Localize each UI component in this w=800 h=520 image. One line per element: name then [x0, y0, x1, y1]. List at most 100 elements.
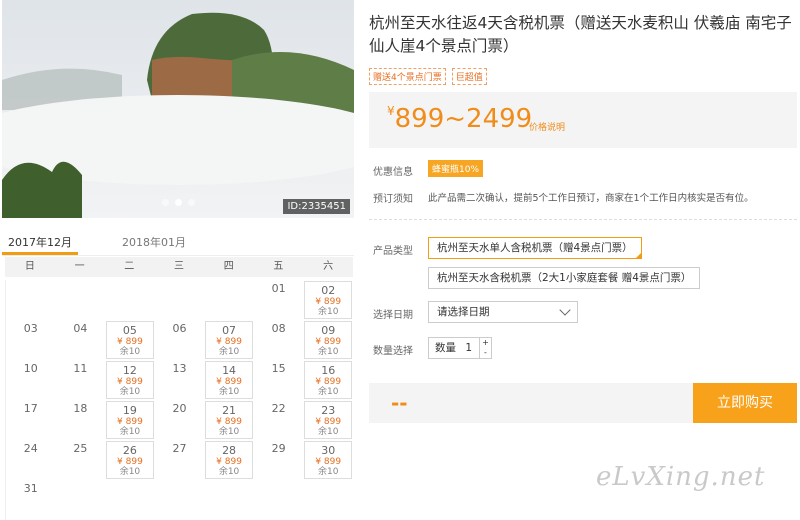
price-range: ¥899~2499: [387, 104, 533, 134]
calendar-day-available[interactable]: 02 ¥ 899 余10: [304, 281, 352, 319]
calendar-day: 20: [155, 400, 205, 440]
day-number: 21: [222, 404, 237, 417]
date-select[interactable]: 请选择日期: [428, 301, 578, 323]
buy-now-button[interactable]: 立即购买: [693, 383, 797, 423]
weekday-label: 日: [24, 261, 35, 272]
day-price: ¥ 899: [117, 377, 143, 387]
calendar-day: 01: [254, 280, 304, 320]
promo-badge: 蜂蜜瓶10%: [428, 160, 484, 177]
calendar-day: 04: [56, 320, 106, 360]
day-number: 04: [73, 322, 88, 335]
product-photo[interactable]: ID:2335451: [2, 0, 354, 218]
weekday-label: 五: [273, 261, 284, 272]
chevron-down-icon: [559, 304, 571, 316]
calendar-day: 17: [6, 400, 56, 440]
notice-label: 预订须知: [373, 194, 413, 205]
quantity-stepper[interactable]: 数量 1 + -: [428, 337, 492, 359]
qty-minus-button[interactable]: -: [480, 348, 491, 358]
calendar-day: [56, 280, 106, 320]
day-remaining: 余10: [218, 387, 240, 397]
day-number: 15: [271, 362, 286, 375]
calendar-day-available[interactable]: 21 ¥ 899 余10: [205, 401, 253, 439]
divider: [369, 219, 797, 220]
mountain-image: [2, 0, 354, 218]
calendar-day: 06: [155, 320, 205, 360]
calendar-day: 25: [56, 440, 106, 480]
day-number: 06: [172, 322, 187, 335]
date-label: 选择日期: [373, 310, 413, 321]
calendar-day-available[interactable]: 19 ¥ 899 余10: [106, 401, 154, 439]
day-remaining: 余10: [218, 347, 240, 357]
day-number: 19: [122, 404, 137, 417]
weekday-label: 六: [323, 261, 334, 272]
day-number: 08: [271, 322, 286, 335]
day-number: 22: [271, 402, 286, 415]
calendar-day-available[interactable]: 07 ¥ 899 余10: [205, 321, 253, 359]
weekday-label: 三: [173, 261, 184, 272]
day-number: 31: [23, 482, 38, 495]
type-option-family[interactable]: 杭州至天水含税机票（2大1小家庭套餐 赠4景点门票）: [428, 267, 701, 289]
calendar-day-available[interactable]: 14 ¥ 899 余10: [205, 361, 253, 399]
calendar-day: [155, 280, 205, 320]
calendar-day: 08: [254, 320, 304, 360]
calendar-day: 22: [254, 400, 304, 440]
day-number: 12: [122, 364, 137, 377]
calendar-day: 31: [6, 480, 56, 520]
carousel-dot-active[interactable]: [175, 199, 182, 206]
calendar-day-available[interactable]: 09 ¥ 899 余10: [304, 321, 352, 359]
notice-text: 此产品需二次确认，提前5个工作日预订，商家在1个工作日内核实是否有位。: [428, 193, 754, 204]
calendar-day-available[interactable]: 23 ¥ 899 余10: [304, 401, 352, 439]
month-tabs: 2017年12月 2018年01月: [2, 230, 354, 256]
day-remaining: 余10: [119, 347, 141, 357]
calendar-day-available[interactable]: 28 ¥ 899 余10: [205, 441, 253, 479]
date-placeholder: 请选择日期: [437, 306, 490, 318]
day-number: 30: [321, 444, 336, 457]
calendar-day: 10: [6, 360, 56, 400]
image-id-badge: ID:2335451: [283, 199, 350, 214]
calendar-day-available[interactable]: 16 ¥ 899 余10: [304, 361, 352, 399]
day-number: 25: [73, 442, 88, 455]
type-option-single[interactable]: 杭州至天水单人含税机票（赠4景点门票）: [428, 237, 642, 259]
tab-month-next[interactable]: 2018年01月: [116, 230, 192, 255]
day-number: 14: [222, 364, 237, 377]
day-price: ¥ 899: [315, 337, 342, 347]
buy-bar: -- 立即购买: [369, 383, 797, 423]
day-remaining: 余10: [119, 427, 141, 437]
day-remaining: 余10: [317, 307, 339, 317]
day-number: 10: [23, 362, 38, 375]
qty-plus-button[interactable]: +: [480, 338, 491, 348]
day-price: ¥ 899: [216, 337, 242, 347]
day-number: 20: [172, 402, 187, 415]
carousel-dot[interactable]: [162, 199, 169, 206]
qty-label: 数量选择: [373, 346, 413, 357]
day-remaining: 余10: [317, 347, 339, 357]
day-price: ¥ 899: [216, 457, 242, 467]
price-note-link[interactable]: 价格说明: [529, 120, 565, 133]
calendar-day: 03: [6, 320, 56, 360]
day-number: 23: [321, 404, 336, 417]
calendar-day-available[interactable]: 12 ¥ 899 余10: [106, 361, 154, 399]
calendar-day: 18: [56, 400, 106, 440]
day-price: ¥ 899: [315, 297, 342, 307]
day-number: 24: [23, 442, 38, 455]
calendar-day-available[interactable]: 26 ¥ 899 余10: [106, 441, 154, 479]
day-number: 29: [271, 442, 286, 455]
day-price: ¥ 899: [117, 337, 143, 347]
calendar-day-available[interactable]: 30 ¥ 899 余10: [304, 441, 352, 479]
calendar-day-available[interactable]: 05 ¥ 899 余10: [106, 321, 154, 359]
day-remaining: 余10: [119, 387, 141, 397]
carousel-dot[interactable]: [188, 199, 195, 206]
day-price: ¥ 899: [315, 377, 342, 387]
day-number: 27: [172, 442, 187, 455]
qty-value: 1: [465, 342, 473, 354]
day-price: ¥ 899: [216, 417, 242, 427]
calendar-day: 13: [155, 360, 205, 400]
qty-text: 数量: [435, 342, 456, 354]
tag-value: 巨超值: [451, 68, 487, 85]
day-remaining: 余10: [119, 467, 141, 477]
day-number: 13: [172, 362, 187, 375]
day-price: ¥ 899: [216, 377, 242, 387]
day-remaining: 余10: [218, 427, 240, 437]
tab-month-current[interactable]: 2017年12月: [2, 230, 78, 255]
day-number: 02: [321, 284, 336, 297]
